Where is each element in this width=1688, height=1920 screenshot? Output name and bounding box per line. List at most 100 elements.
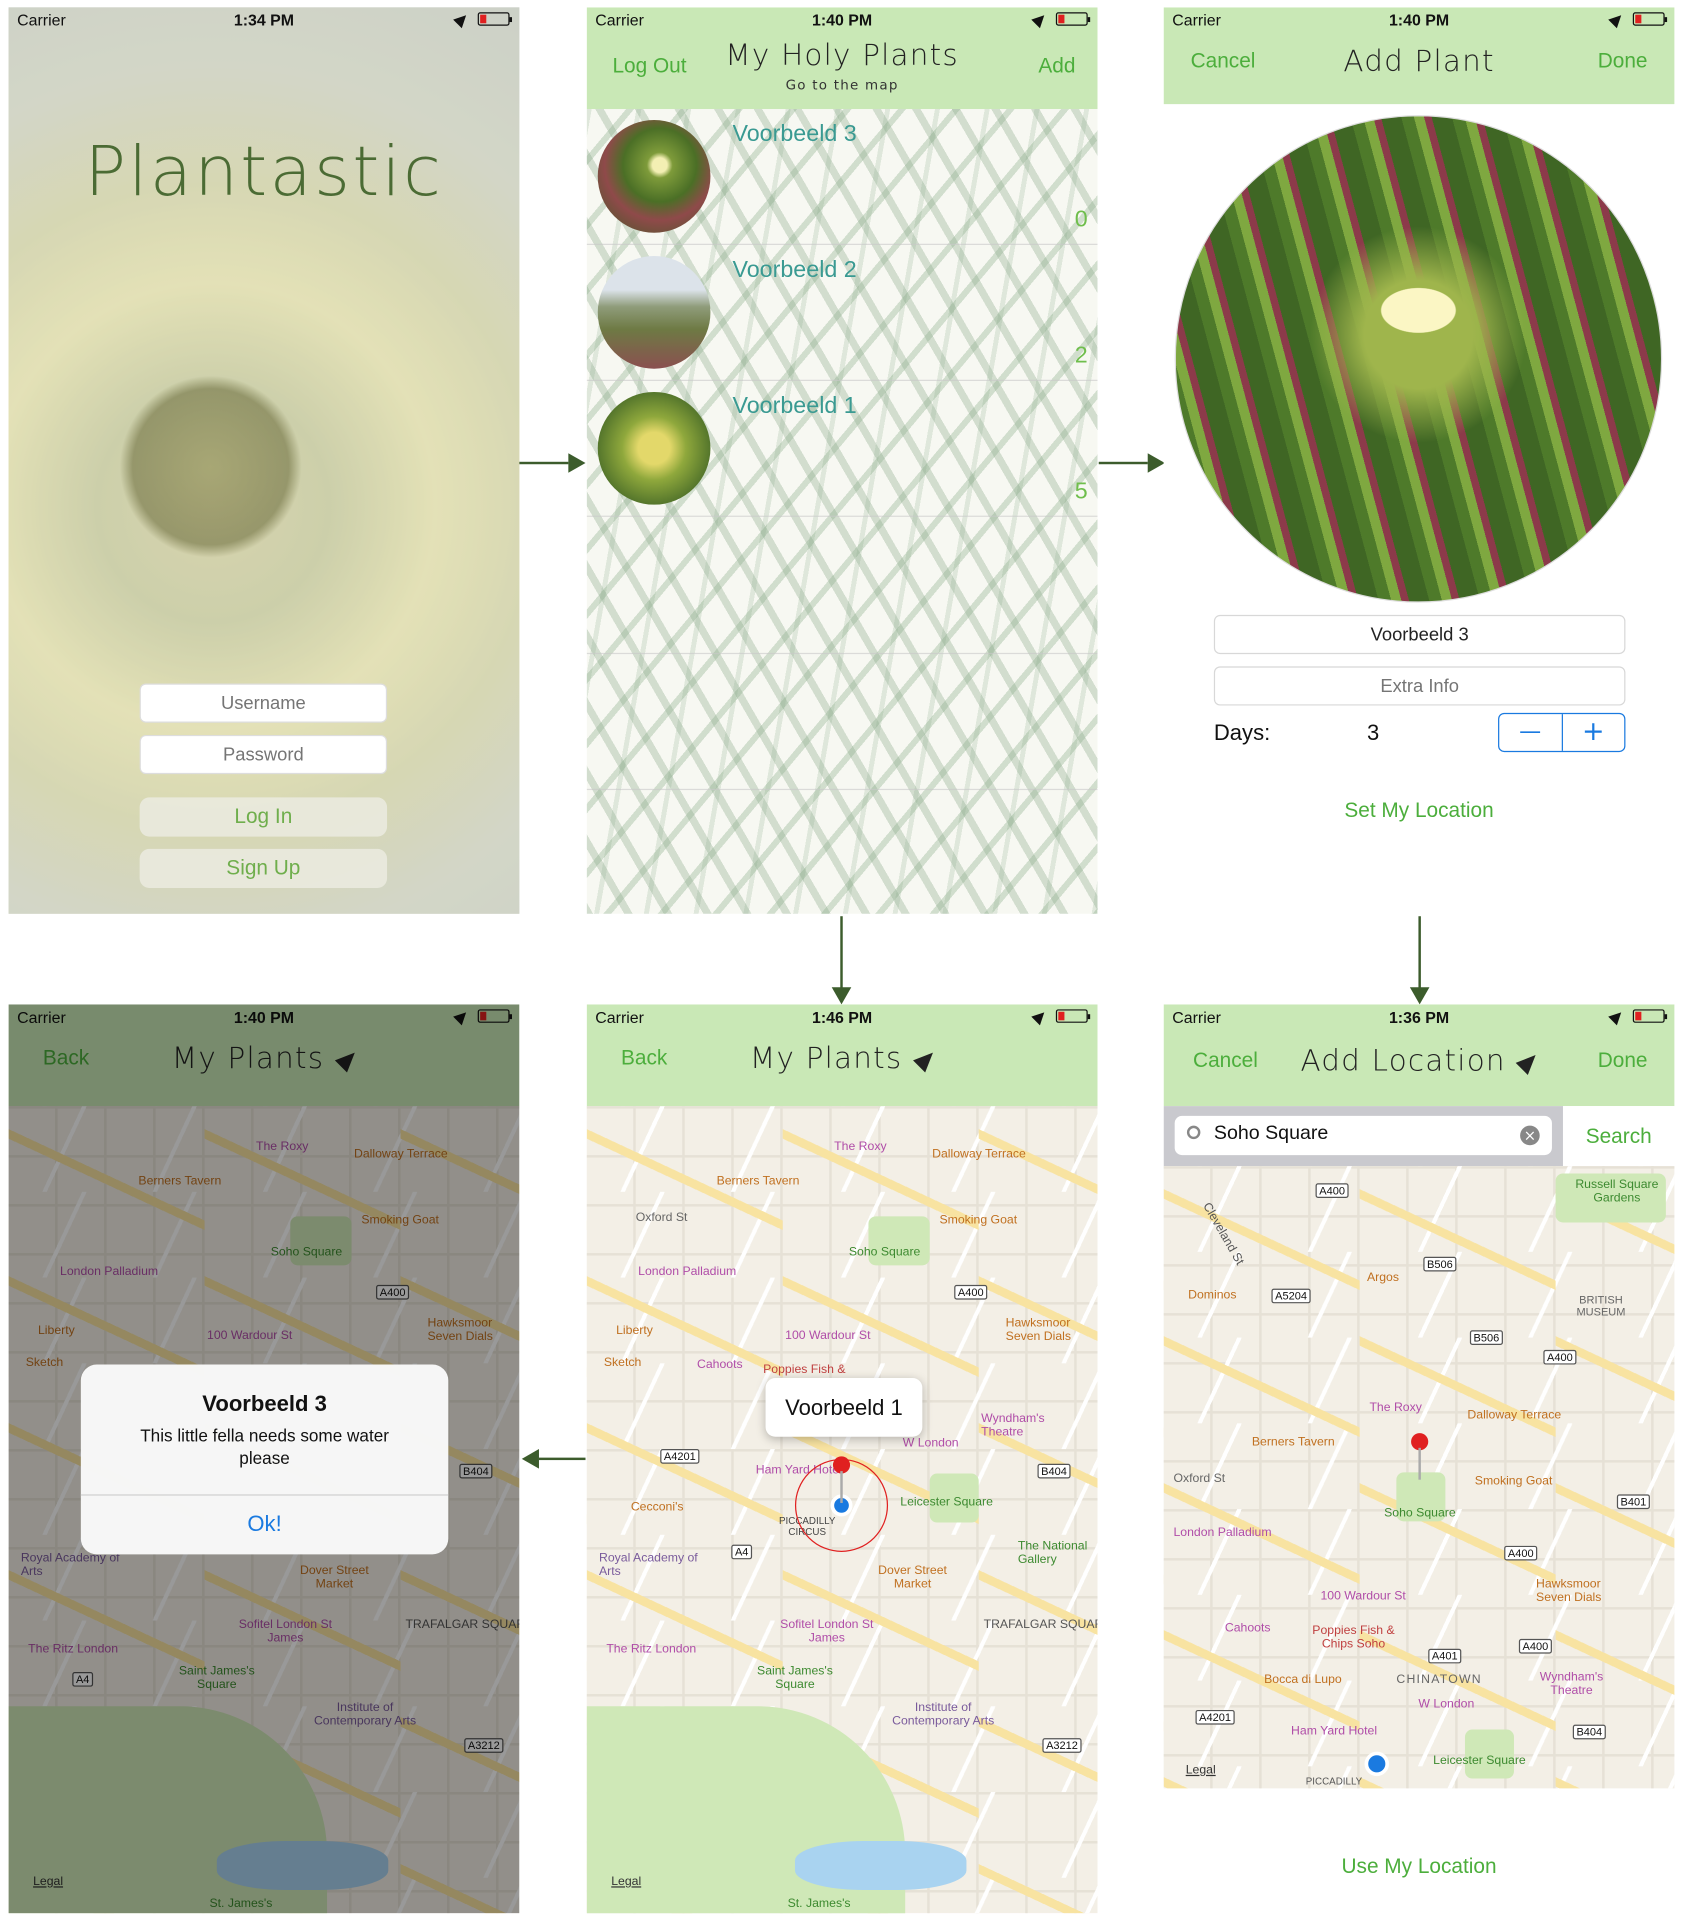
extra-info-field[interactable] bbox=[1213, 666, 1626, 706]
search-button[interactable]: Search bbox=[1562, 1106, 1675, 1167]
plant-row-2[interactable]: Voorbeeld 2 2 bbox=[586, 245, 1098, 381]
map-label: CHINATOWN bbox=[1396, 1673, 1482, 1687]
map-label: Liberty bbox=[616, 1324, 653, 1338]
road-label: A4 bbox=[731, 1544, 753, 1560]
flow-arrow bbox=[1098, 461, 1148, 465]
username-field[interactable] bbox=[139, 683, 388, 723]
plant-thumbnail bbox=[597, 256, 711, 369]
plant-name-field[interactable] bbox=[1213, 614, 1626, 655]
map-label: St. James's bbox=[787, 1897, 851, 1911]
map-label: The Roxy bbox=[834, 1140, 887, 1154]
flow-arrow-head bbox=[568, 453, 586, 473]
flow-arrow-head bbox=[831, 987, 852, 1005]
time-label: 1:46 PM bbox=[812, 1008, 873, 1027]
status-bar: Carrier 1:34 PM bbox=[9, 7, 520, 34]
plant-thumbnail bbox=[597, 391, 711, 505]
map-label: Oxford St bbox=[1173, 1472, 1226, 1486]
map-label: 100 Wardour St bbox=[1320, 1589, 1406, 1604]
alert-title: Voorbeeld 3 bbox=[202, 1391, 327, 1416]
flow-arrow-head bbox=[1409, 987, 1430, 1005]
days-count: 0 bbox=[1074, 207, 1088, 233]
time-label: 1:34 PM bbox=[233, 11, 295, 30]
map-label: London Palladium bbox=[1173, 1526, 1272, 1540]
map-label: Dalloway Terrace bbox=[1467, 1408, 1562, 1423]
flow-arrow-head bbox=[521, 1449, 539, 1469]
add-button[interactable]: Add bbox=[1038, 54, 1075, 78]
battery-icon bbox=[477, 12, 513, 26]
days-stepper: — + bbox=[1498, 712, 1626, 753]
plant-list-screen: Carrier 1:40 PM Log Out My Holy Plants G… bbox=[586, 7, 1098, 914]
legal-link[interactable]: Legal bbox=[611, 1875, 641, 1888]
road-label: A400 bbox=[1504, 1545, 1538, 1561]
status-bar: Carrier 1:36 PM bbox=[1164, 1004, 1675, 1031]
go-to-map-link[interactable]: Go to the map bbox=[587, 77, 1098, 93]
location-arrow-icon[interactable] bbox=[1516, 1048, 1543, 1075]
location-services-icon bbox=[1031, 1007, 1049, 1025]
road-label: A4201 bbox=[660, 1449, 700, 1464]
road-label: A400 bbox=[1518, 1638, 1552, 1654]
clear-icon[interactable]: × bbox=[1520, 1125, 1540, 1146]
map-lake bbox=[794, 1841, 967, 1891]
map-label: W London bbox=[1418, 1697, 1475, 1712]
location-services-icon bbox=[1608, 10, 1626, 28]
map-view[interactable]: A400 Russell Square Gardens Cleveland St… bbox=[1163, 1166, 1675, 1789]
map-label: Saint James's Square bbox=[757, 1664, 833, 1692]
login-button[interactable]: Log In bbox=[139, 797, 388, 837]
map-label: Leicester Square bbox=[900, 1495, 993, 1510]
map-label: Cleveland St bbox=[1199, 1200, 1247, 1268]
map-label: The Ritz London bbox=[606, 1642, 697, 1657]
days-value: 3 bbox=[1366, 720, 1380, 745]
map-label: Cahoots bbox=[1224, 1621, 1271, 1636]
increment-button[interactable]: + bbox=[1562, 714, 1624, 751]
map-label: Sofitel London St James bbox=[780, 1618, 874, 1646]
map-label: Bocca di Lupo bbox=[1264, 1673, 1342, 1687]
signup-button[interactable]: Sign Up bbox=[139, 848, 388, 889]
map-label: Dalloway Terrace bbox=[932, 1147, 1026, 1162]
map-label: Berners Tavern bbox=[716, 1174, 800, 1189]
plant-row-3[interactable]: Voorbeeld 1 5 bbox=[586, 381, 1098, 517]
plant-row-1[interactable]: Voorbeeld 3 0 bbox=[586, 109, 1098, 245]
ok-button[interactable]: Ok! bbox=[81, 1494, 448, 1554]
map-label: Hawksmoor Seven Dials bbox=[1005, 1316, 1072, 1344]
map-label: Sketch bbox=[603, 1355, 642, 1370]
set-location-button[interactable]: Set My Location bbox=[1164, 799, 1675, 823]
map-label: Hawksmoor Seven Dials bbox=[1536, 1577, 1602, 1605]
road-label: A4201 bbox=[1195, 1709, 1235, 1725]
road-label: A3212 bbox=[1042, 1738, 1082, 1753]
plant-name: Voorbeeld 2 bbox=[732, 257, 857, 283]
map-view[interactable]: The Roxy Dalloway Terrace Berners Tavern… bbox=[586, 1106, 1098, 1914]
plant-name: Voorbeeld 1 bbox=[732, 393, 857, 419]
road-label: B401 bbox=[1616, 1494, 1650, 1510]
password-field[interactable] bbox=[139, 734, 388, 775]
map-label: 100 Wardour St bbox=[785, 1329, 871, 1343]
map-label: The National Gallery bbox=[1017, 1539, 1088, 1567]
location-arrow-icon[interactable] bbox=[912, 1046, 939, 1073]
decrement-button[interactable]: — bbox=[1499, 714, 1563, 751]
use-my-location-button[interactable]: Use My Location bbox=[1164, 1854, 1675, 1878]
map-label: Leicester Square bbox=[1433, 1754, 1526, 1768]
search-input[interactable]: Soho Square bbox=[1214, 1123, 1328, 1145]
done-button[interactable]: Done bbox=[1598, 49, 1648, 73]
search-field[interactable]: Soho Square × bbox=[1174, 1115, 1552, 1156]
battery-icon bbox=[1055, 1009, 1091, 1023]
map-callout[interactable]: Voorbeeld 1 bbox=[765, 1378, 923, 1437]
page-title-text: Add Location bbox=[1300, 1043, 1506, 1078]
legal-link[interactable]: Legal bbox=[1186, 1764, 1216, 1777]
map-label: Dominos bbox=[1188, 1288, 1237, 1303]
map-label: TRAFALGAR SQUARE bbox=[983, 1618, 1098, 1632]
flow-arrow bbox=[1418, 916, 1421, 990]
alert-screen: The Roxy Dalloway Terrace Berners Tavern… bbox=[8, 1004, 520, 1914]
map-label: Berners Tavern bbox=[1251, 1435, 1335, 1450]
plant-photo[interactable] bbox=[1174, 115, 1663, 603]
callout-title: Voorbeeld 1 bbox=[785, 1395, 903, 1420]
road-label: B506 bbox=[1423, 1256, 1457, 1272]
login-screen: Carrier 1:34 PM Plantastic Log In Sign U… bbox=[8, 7, 520, 914]
location-services-icon bbox=[1031, 10, 1049, 28]
done-button[interactable]: Done bbox=[1598, 1049, 1648, 1073]
alert-dialog: Voorbeeld 3 This little fella needs some… bbox=[80, 1364, 449, 1555]
map-label: Ham Yard Hotel bbox=[1291, 1724, 1378, 1739]
battery-icon bbox=[1055, 12, 1091, 26]
days-count: 2 bbox=[1074, 342, 1088, 369]
map-label: Soho Square bbox=[848, 1245, 921, 1260]
map-label: Poppies Fish & Chips Soho bbox=[1312, 1624, 1395, 1652]
